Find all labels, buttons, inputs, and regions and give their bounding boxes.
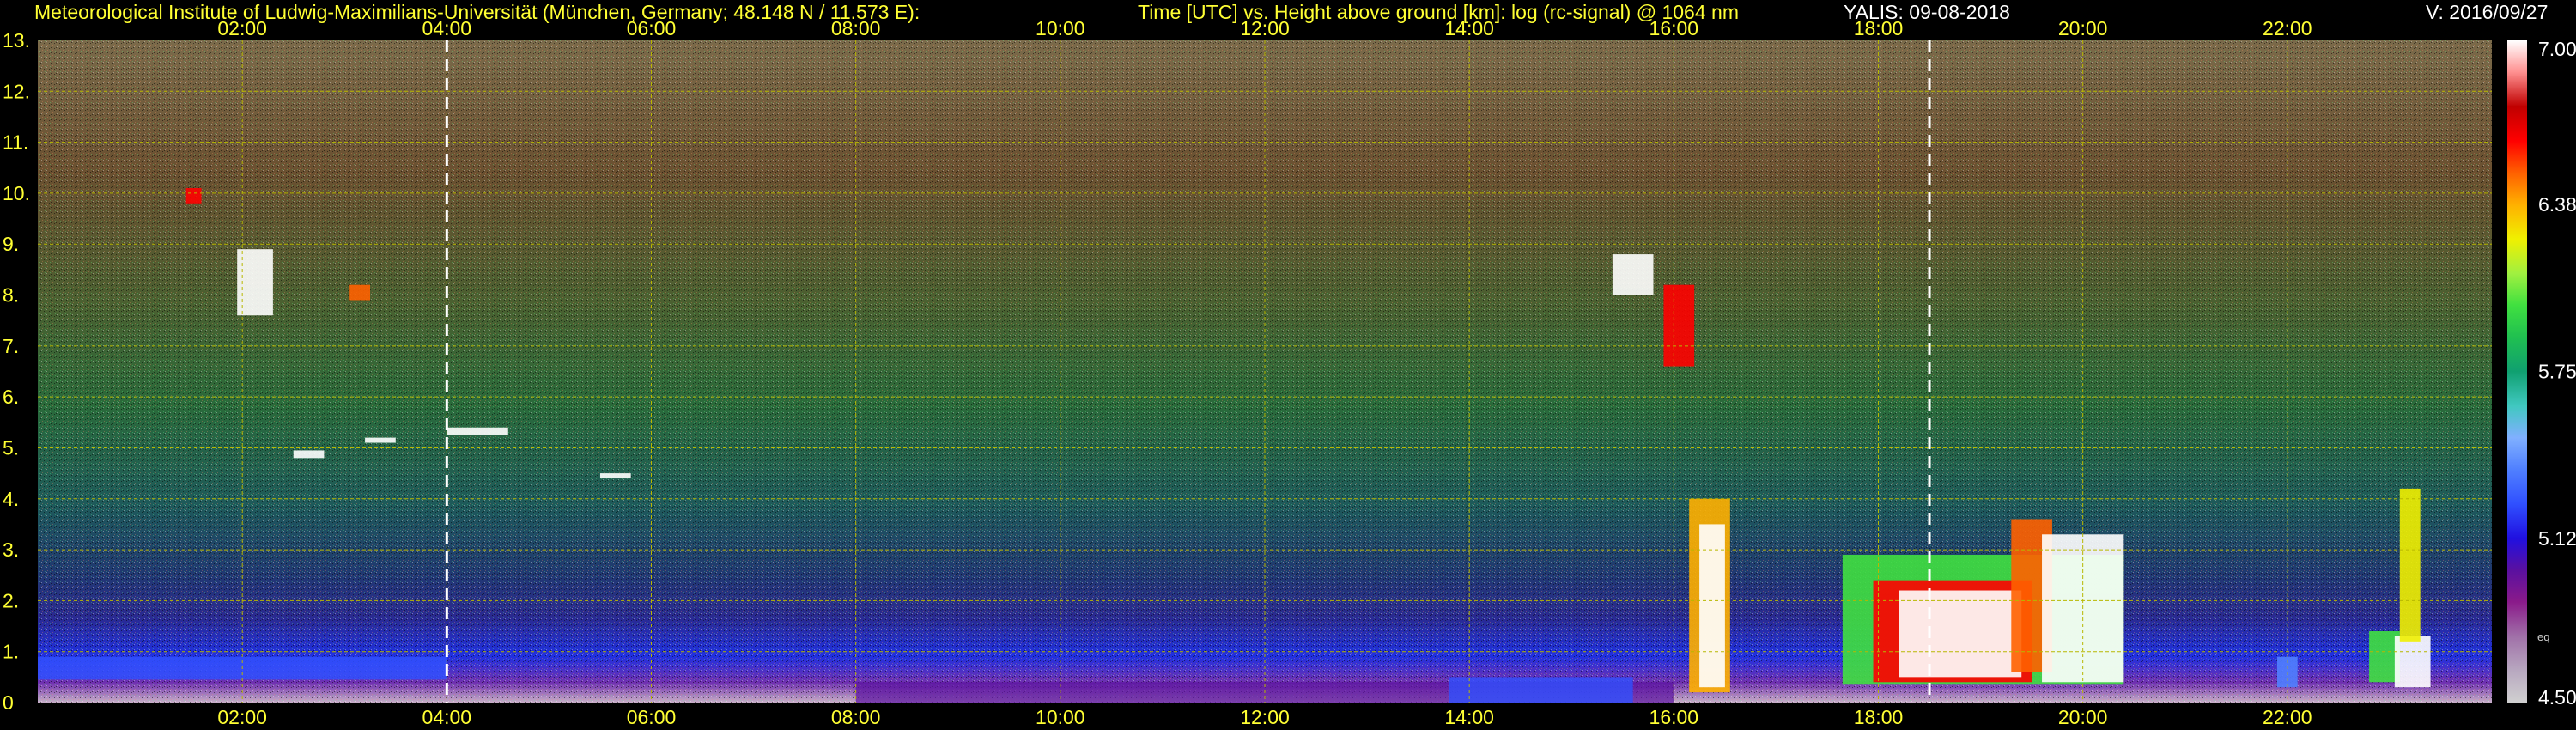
signal-feature [2399, 488, 2421, 642]
colorbar-scale [2507, 40, 2527, 703]
x-tick-label-bottom: 12:00 [1240, 706, 1290, 728]
x-tick-label-top: 06:00 [627, 17, 677, 40]
boundary-layer [1449, 677, 1633, 703]
y-tick-label: 1. [3, 641, 19, 663]
y-tick-label: 13. [3, 29, 30, 52]
x-tick-label-top: 22:00 [2263, 17, 2312, 40]
x-tick-label-top: 18:00 [1854, 17, 1904, 40]
colorbar-tick-label: 5.75 [2538, 361, 2576, 383]
x-axis-bottom: 02:00 04:00 06:00 08:00 10:00 12:00 14:00 16:00… [217, 706, 2312, 728]
signal-feature [447, 427, 508, 435]
y-tick-label: 6. [3, 386, 19, 408]
signal-feature [2394, 636, 2431, 688]
x-axis-top: 02:00 04:00 06:00 08:00 10:00 12:00 14:00 16:00… [217, 17, 2312, 40]
x-tick-label-top: 14:00 [1444, 17, 1494, 40]
x-tick-label-top: 10:00 [1036, 17, 1085, 40]
x-tick-label-bottom: 18:00 [1854, 706, 1904, 728]
x-tick-label-top: 08:00 [831, 17, 881, 40]
signal-feature [1699, 524, 1725, 688]
signal-feature [293, 450, 325, 459]
x-tick-label-top: 20:00 [2058, 17, 2108, 40]
y-tick-label: 5. [3, 436, 19, 459]
colorbar-tick-label: 4.50 [2538, 686, 2576, 709]
signal-feature [185, 187, 202, 204]
x-tick-label-top: 04:00 [422, 17, 472, 40]
colorbar-tick-label: 6.38 [2538, 193, 2576, 216]
signal-feature [349, 284, 371, 301]
y-tick-label: 7. [3, 335, 19, 357]
y-tick-label: 8. [3, 284, 19, 307]
y-tick-label: 12. [3, 80, 30, 102]
x-tick-label-bottom: 14:00 [1444, 706, 1494, 728]
signal-feature [365, 437, 396, 443]
y-tick-label: 4. [3, 488, 19, 510]
lidar-chart: 02:00 04:00 06:00 08:00 10:00 12:00 14:00 16:00… [3, 17, 2576, 728]
x-tick-label-bottom: 08:00 [831, 706, 881, 728]
y-tick-label: 0 [3, 691, 14, 714]
y-axis: 0 1. 2. 3. 4. 5. 6. 7. 8. 9. 10. 11. 12. 13. [3, 29, 30, 714]
y-tick-label: 10. [3, 182, 30, 204]
signal-feature [1899, 590, 2022, 678]
colorbar-tick-label: 5.12 [2538, 527, 2576, 550]
x-tick-label-bottom: 22:00 [2263, 706, 2312, 728]
x-tick-label-bottom: 02:00 [217, 706, 267, 728]
x-tick-label-top: 02:00 [217, 17, 267, 40]
x-tick-label-bottom: 06:00 [627, 706, 677, 728]
signal-feature [1612, 254, 1654, 295]
colorbar-tick-label: 7.00 [2538, 38, 2576, 60]
y-tick-label: 11. [3, 131, 28, 154]
colorbar-extra-label: eq [2537, 630, 2549, 643]
y-tick-label: 2. [3, 589, 19, 611]
y-tick-label: 3. [3, 538, 19, 561]
x-tick-label-top: 16:00 [1649, 17, 1699, 40]
x-tick-label-bottom: 10:00 [1036, 706, 1085, 728]
x-tick-label-top: 12:00 [1240, 17, 1290, 40]
colorbar: 7.00 6.38 5.75 5.12 4.50 eq [2507, 38, 2576, 709]
x-tick-label-bottom: 16:00 [1649, 706, 1699, 728]
y-tick-label: 9. [3, 233, 19, 255]
signal-feature [1663, 284, 1695, 367]
x-tick-label-bottom: 04:00 [422, 706, 472, 728]
signal-feature [599, 473, 631, 479]
x-tick-label-bottom: 20:00 [2058, 706, 2108, 728]
